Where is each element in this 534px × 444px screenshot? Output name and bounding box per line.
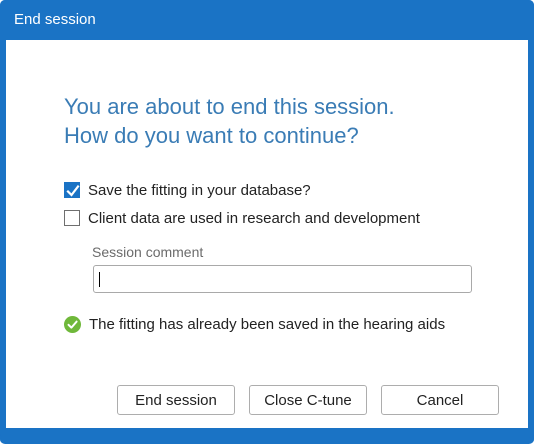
checkmark-icon — [66, 184, 80, 197]
session-comment-input[interactable] — [93, 265, 472, 293]
session-comment-label: Session comment — [92, 244, 204, 260]
research-checkbox[interactable] — [64, 210, 80, 226]
close-ctune-button[interactable]: Close C-tune — [249, 385, 367, 415]
save-fitting-option[interactable]: Save the fitting in your database? — [64, 180, 311, 200]
end-session-button[interactable]: End session — [117, 385, 235, 415]
text-caret — [99, 272, 100, 287]
research-label: Client data are used in research and dev… — [88, 209, 420, 227]
save-status: The fitting has already been saved in th… — [64, 316, 445, 333]
end-session-dialog: End session You are about to end this se… — [0, 0, 534, 444]
save-fitting-label: Save the fitting in your database? — [88, 181, 311, 199]
message-line-1: You are about to end this session. — [64, 94, 395, 119]
research-option[interactable]: Client data are used in research and dev… — [64, 208, 420, 228]
title-bar[interactable]: End session — [0, 0, 534, 40]
message-line-2: How do you want to continue? — [64, 123, 359, 148]
check-circle-icon — [64, 316, 81, 333]
save-status-text: The fitting has already been saved in th… — [89, 316, 446, 333]
bottom-border — [0, 428, 534, 438]
cancel-button[interactable]: Cancel — [381, 385, 499, 415]
save-fitting-checkbox[interactable] — [64, 182, 80, 198]
window-title: End session — [14, 11, 96, 28]
dialog-message: You are about to end this session. How d… — [64, 92, 395, 150]
